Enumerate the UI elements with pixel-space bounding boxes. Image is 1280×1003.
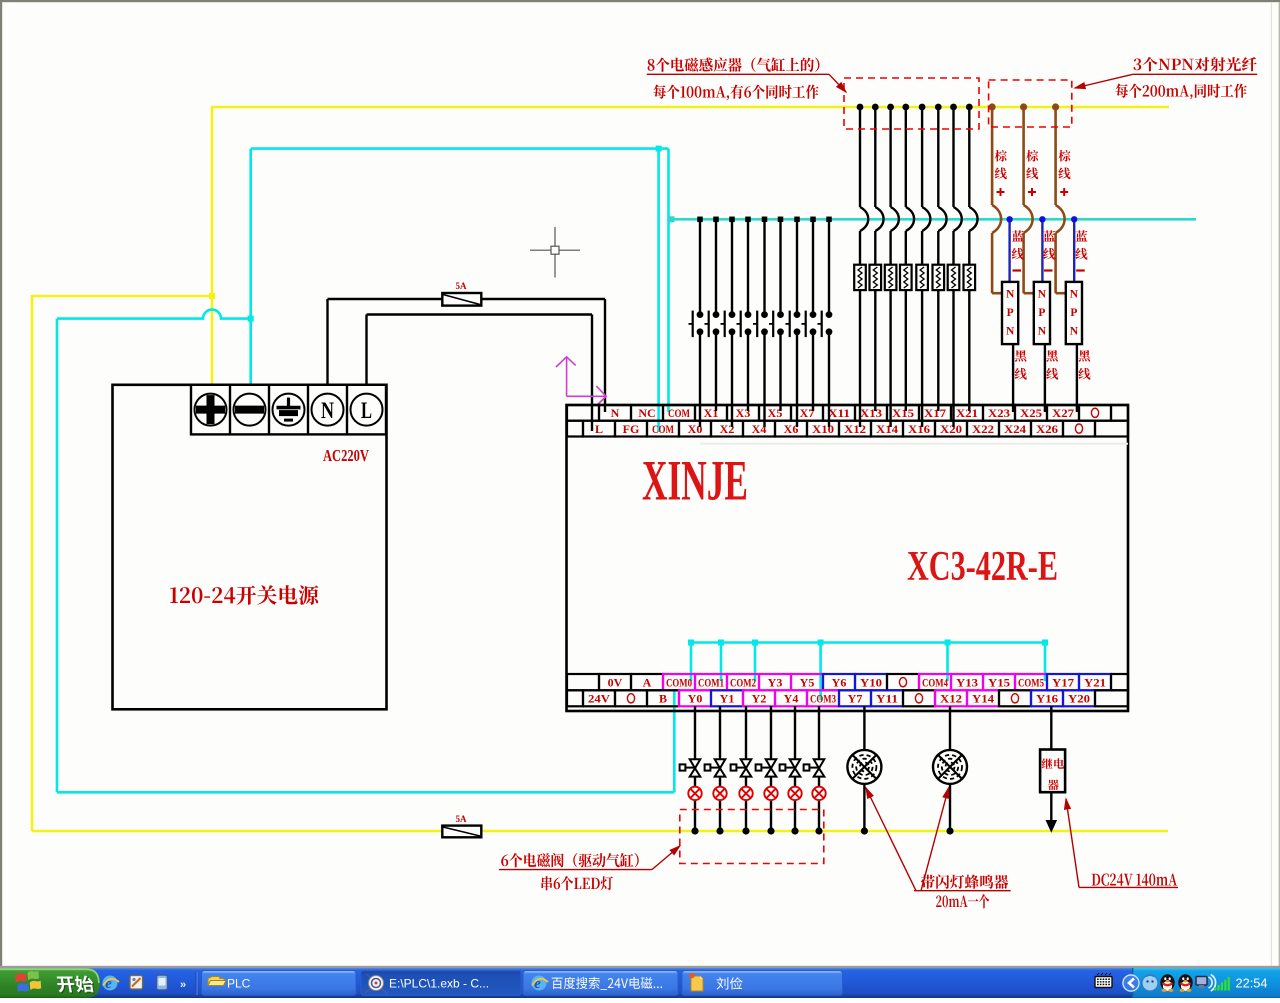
- svg-text:X13: X13: [860, 406, 882, 420]
- svg-text:0V: 0V: [608, 675, 623, 689]
- svg-text:COM: COM: [652, 422, 674, 436]
- svg-text:X26: X26: [1036, 422, 1058, 436]
- svg-text:N: N: [1070, 289, 1079, 301]
- svg-text:X22: X22: [972, 422, 994, 436]
- svg-text:N: N: [1006, 326, 1015, 338]
- svg-text:COM5: COM5: [1018, 675, 1044, 689]
- svg-text:X12: X12: [940, 692, 962, 706]
- svg-text:Y13: Y13: [956, 675, 978, 689]
- svg-text:Y1: Y1: [720, 692, 735, 706]
- svg-text:24V: 24V: [588, 692, 610, 706]
- svg-text:Y0: Y0: [688, 692, 703, 706]
- svg-text:Y3: Y3: [768, 675, 783, 689]
- svg-text:Y6: Y6: [832, 675, 847, 689]
- svg-text:X11: X11: [828, 406, 850, 420]
- svg-text:COM3: COM3: [810, 692, 836, 706]
- svg-text:PLC: PLC: [227, 977, 251, 991]
- svg-text:COM4: COM4: [922, 675, 948, 689]
- svg-text:A: A: [643, 675, 652, 689]
- svg-text:X25: X25: [1020, 406, 1042, 420]
- svg-text:COM1: COM1: [698, 675, 724, 689]
- svg-text:Y21: Y21: [1084, 675, 1106, 689]
- svg-text:N: N: [611, 406, 620, 420]
- svg-text:P: P: [1070, 307, 1077, 319]
- svg-text:Y10: Y10: [860, 675, 882, 689]
- svg-text:FG: FG: [623, 422, 640, 436]
- svg-text:Y2: Y2: [752, 692, 767, 706]
- svg-text:Y14: Y14: [972, 692, 994, 706]
- svg-text:5A: 5A: [456, 814, 468, 824]
- svg-text:N: N: [1038, 326, 1047, 338]
- svg-text:X14: X14: [876, 422, 898, 436]
- svg-text:COM2: COM2: [730, 675, 756, 689]
- svg-text:XC3-42R-E: XC3-42R-E: [907, 543, 1058, 590]
- svg-text:L: L: [595, 422, 603, 436]
- svg-text:X17: X17: [924, 406, 946, 420]
- svg-text:COM: COM: [668, 406, 690, 420]
- svg-text:B: B: [659, 692, 667, 706]
- svg-text:P: P: [1038, 307, 1045, 319]
- svg-text:X20: X20: [940, 422, 962, 436]
- svg-text:Y11: Y11: [876, 692, 898, 706]
- svg-text:AC220V: AC220V: [323, 446, 370, 465]
- svg-text:22:54: 22:54: [1236, 977, 1268, 991]
- svg-text:NC: NC: [638, 406, 655, 420]
- svg-text:X27: X27: [1052, 406, 1074, 420]
- svg-text:COM0: COM0: [666, 675, 692, 689]
- svg-text:N: N: [1070, 326, 1079, 338]
- svg-text:X24: X24: [1004, 422, 1026, 436]
- svg-text:N: N: [321, 398, 334, 423]
- svg-text:X16: X16: [908, 422, 930, 436]
- svg-text:X12: X12: [844, 422, 866, 436]
- svg-text:Y20: Y20: [1068, 692, 1090, 706]
- svg-text:Y7: Y7: [848, 692, 863, 706]
- svg-text:E:\PLC\1.exb - C...: E:\PLC\1.exb - C...: [389, 977, 489, 991]
- svg-text:L: L: [361, 398, 372, 423]
- svg-text:N: N: [1038, 289, 1047, 301]
- svg-text:N: N: [1006, 289, 1015, 301]
- svg-text:»: »: [180, 979, 186, 991]
- svg-text:Y4: Y4: [784, 692, 799, 706]
- svg-text:X23: X23: [988, 406, 1010, 420]
- svg-text:5A: 5A: [456, 281, 468, 291]
- svg-text:P: P: [1007, 307, 1014, 319]
- svg-text:Y5: Y5: [800, 675, 815, 689]
- svg-text:X21: X21: [956, 406, 978, 420]
- svg-text:Y15: Y15: [988, 675, 1010, 689]
- svg-text:XINJE: XINJE: [642, 450, 748, 513]
- svg-text:Y16: Y16: [1036, 692, 1058, 706]
- svg-text:Y17: Y17: [1052, 675, 1074, 689]
- svg-text:X10: X10: [812, 422, 834, 436]
- svg-text:X15: X15: [892, 406, 914, 420]
